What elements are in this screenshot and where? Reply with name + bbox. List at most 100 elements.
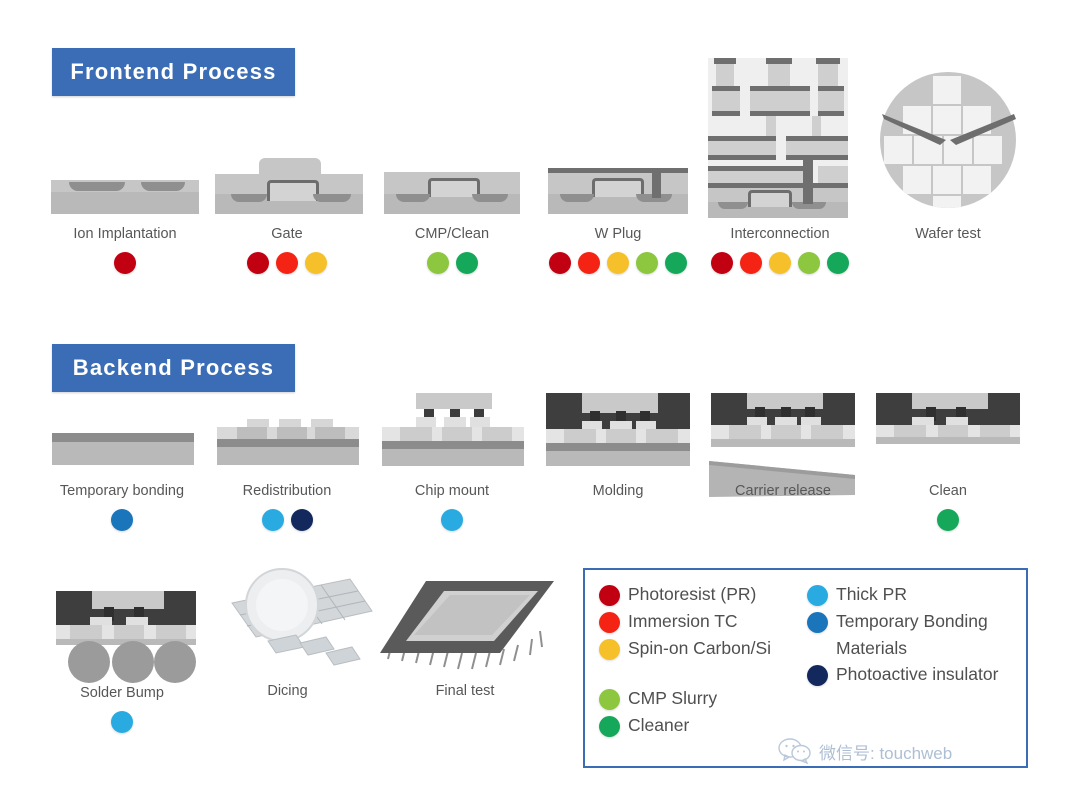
dot-cmp-slurry — [636, 252, 658, 274]
dot-immersion-tc — [740, 252, 762, 274]
legend-label: Photoactive insulator — [836, 664, 999, 684]
dot-thick-pr — [261, 509, 284, 531]
dicing-illustration — [200, 565, 375, 675]
chemical-dots — [45, 252, 205, 274]
step-caption: Ion Implantation — [73, 226, 177, 242]
chemical-dots — [42, 711, 202, 733]
step-gate[interactable]: Gate — [207, 150, 367, 290]
dot-photoresist — [711, 252, 733, 274]
legend-item-cmp-slurry: CMP Slurry — [599, 687, 829, 710]
backend-banner-label: Backend Process — [72, 355, 275, 380]
legend-label: Cleaner — [628, 715, 690, 735]
step-caption: Solder Bump — [80, 685, 164, 701]
chemical-dots — [538, 252, 698, 274]
dot-thick-pr — [441, 509, 463, 531]
chemical-dots — [372, 509, 532, 531]
step-solder-bump[interactable]: Solder Bump — [42, 585, 202, 745]
legend-label: Photoresist (PR) — [628, 584, 757, 604]
legend-label: Spin-on Carbon/Si — [628, 638, 771, 658]
step-caption: Clean — [929, 483, 967, 499]
backend-process-banner: Backend Process — [52, 344, 295, 392]
step-wafer-test[interactable]: Wafer test — [868, 70, 1028, 270]
interconnection-illustration — [700, 40, 860, 220]
dot-thick-pr — [111, 711, 133, 733]
legend-dot-temporary-bonding — [807, 612, 828, 633]
w-plug-illustration — [538, 150, 698, 220]
step-caption: Redistribution — [242, 483, 332, 499]
wechat-watermark: 微信号: touchweb — [778, 738, 952, 764]
legend-item-temporary-bonding: Temporary Bonding — [807, 610, 1027, 633]
dot-cleaner — [827, 252, 849, 274]
dot-spin-on-carbon — [607, 252, 629, 274]
dot-immersion-tc — [276, 252, 298, 274]
package-chip-icon — [380, 581, 554, 670]
step-caption: Molding — [592, 483, 644, 499]
legend-right-column: Thick PR Temporary Bonding Materials Pho… — [807, 583, 1027, 690]
legend-item-immersion-tc: Immersion TC — [599, 610, 829, 633]
legend-dot-immersion-tc — [599, 612, 620, 633]
probe-needles-icon — [882, 114, 1016, 145]
dot-cleaner — [455, 252, 478, 274]
molding-illustration — [538, 385, 698, 467]
dicing-saw-icon — [231, 568, 373, 666]
step-caption: Carrier release — [735, 483, 831, 499]
final-test-illustration — [370, 565, 560, 677]
dot-cmp-slurry — [798, 252, 820, 274]
step-caption: Interconnection — [730, 226, 830, 242]
step-caption: Final test — [435, 683, 495, 699]
step-caption: W Plug — [594, 226, 642, 242]
dot-photoresist — [549, 252, 571, 274]
step-caption: Gate — [271, 226, 303, 242]
legend-dot-photoresist — [599, 585, 620, 606]
redistribution-illustration — [207, 405, 367, 467]
step-interconnection[interactable]: Interconnection — [700, 40, 860, 290]
legend-dot-thick-pr — [807, 585, 828, 606]
frontend-banner-label: Frontend Process — [70, 59, 277, 84]
step-caption: Dicing — [267, 683, 308, 699]
chemical-dots — [868, 509, 1028, 531]
dot-photoresist — [114, 252, 136, 274]
chip-mount-illustration — [372, 385, 532, 467]
legend-dot-photoactive-insulator — [807, 665, 828, 686]
gate-illustration — [207, 150, 367, 220]
dot-cleaner — [937, 509, 959, 531]
legend-label-continuation: Materials — [836, 638, 907, 658]
temporary-bonding-illustration — [42, 405, 202, 467]
legend-dot-cleaner — [599, 716, 620, 737]
step-final-test[interactable]: Final test — [370, 565, 560, 715]
step-redistribution[interactable]: Redistribution — [207, 405, 367, 550]
chemical-dots — [700, 252, 860, 274]
legend-item-thick-pr: Thick PR — [807, 583, 1027, 606]
step-chip-mount[interactable]: Chip mount — [372, 385, 532, 550]
step-caption: Temporary bonding — [59, 483, 185, 499]
step-dicing[interactable]: Dicing — [200, 565, 375, 715]
legend-item-spin-on-carbon: Spin-on Carbon/Si — [599, 637, 829, 660]
ion-implantation-illustration — [45, 150, 205, 220]
chemical-dots — [207, 252, 367, 274]
watermark-text: 微信号: touchweb — [819, 743, 953, 763]
step-caption: Wafer test — [915, 226, 981, 242]
legend-label: Temporary Bonding — [836, 611, 988, 631]
wechat-logo-icon — [778, 738, 811, 764]
step-temporary-bonding[interactable]: Temporary bonding — [42, 405, 202, 550]
chemical-dots — [42, 509, 202, 531]
dot-temporary-bonding — [111, 509, 133, 531]
step-ion-implantation[interactable]: Ion Implantation — [45, 150, 205, 290]
legend-dot-cmp-slurry — [599, 689, 620, 710]
step-w-plug[interactable]: W Plug — [538, 150, 698, 290]
step-clean[interactable]: Clean — [868, 385, 1028, 550]
dot-immersion-tc — [578, 252, 600, 274]
clean-illustration — [868, 385, 1028, 467]
frontend-process-banner: Frontend Process — [52, 48, 295, 96]
dot-spin-on-carbon — [769, 252, 791, 274]
step-cmp-clean[interactable]: CMP/Clean — [372, 150, 532, 290]
legend-label: Immersion TC — [628, 611, 738, 631]
cmp-clean-illustration — [372, 150, 532, 220]
solder-bump-illustration — [42, 585, 202, 683]
legend-item-photoactive-insulator: Photoactive insulator — [807, 663, 1027, 686]
step-carrier-release[interactable]: Carrier release — [703, 385, 863, 550]
step-molding[interactable]: Molding — [538, 385, 698, 550]
dot-cmp-slurry — [426, 252, 449, 274]
process-flow-diagram: Frontend Process Ion Implantation Gate C… — [0, 0, 1080, 804]
legend-label: CMP Slurry — [628, 688, 718, 708]
